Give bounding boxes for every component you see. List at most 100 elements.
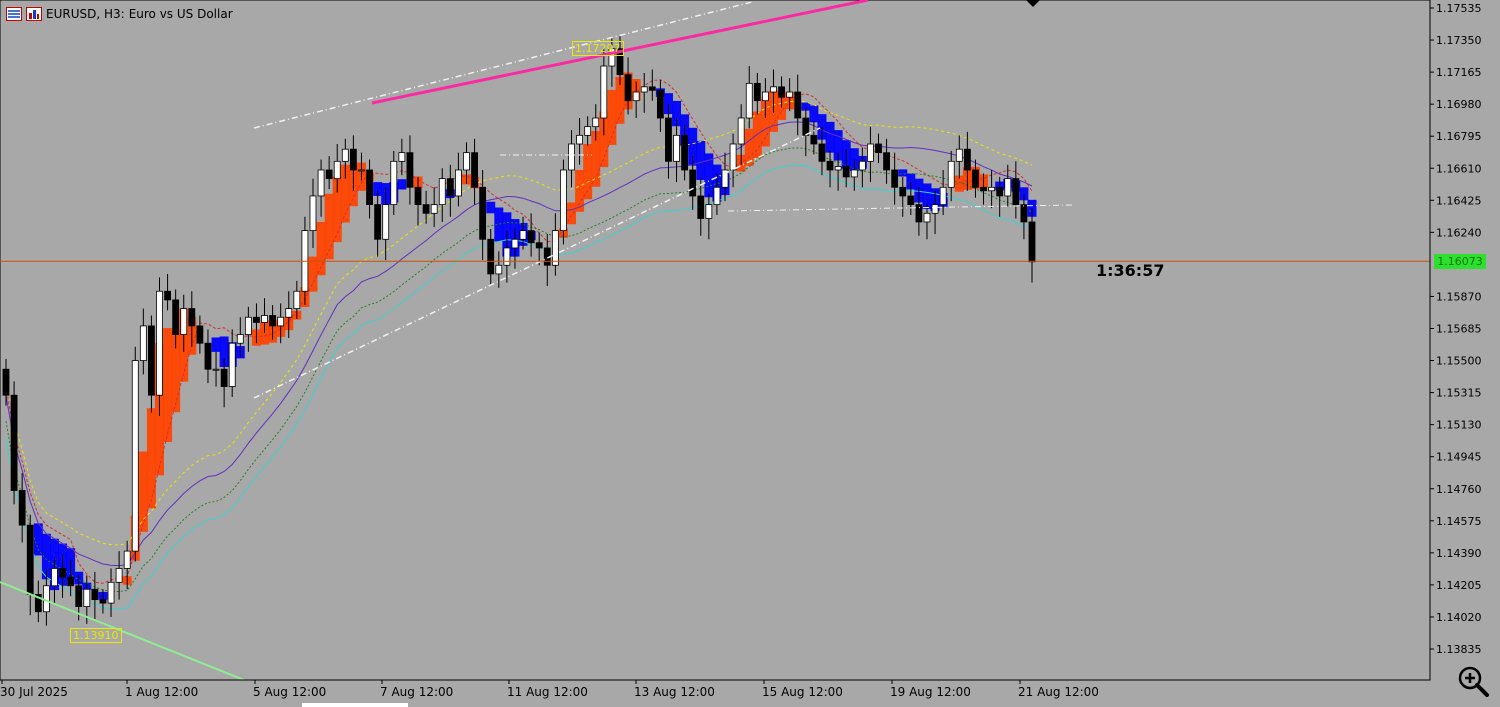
candle-body — [91, 588, 99, 601]
candle-body — [455, 169, 462, 197]
candle-body — [10, 394, 18, 491]
chart-window[interactable]: 1.17535 1.17350 1.17165 1.16980 1.16795 1.166… — [0, 0, 1500, 707]
candle-body — [551, 230, 559, 266]
candle-body — [842, 166, 850, 178]
candle-body — [414, 186, 422, 206]
candle-body — [899, 186, 907, 197]
candle-body — [850, 169, 858, 178]
candle-body — [753, 82, 761, 102]
x-tick-label: 1 Aug 12:00 — [125, 685, 198, 699]
candle-body — [446, 178, 454, 197]
chart-header: EURUSD, H3: Euro vs US Dollar — [6, 4, 233, 24]
candle-body — [673, 134, 680, 162]
price-chart[interactable]: 1.17535 1.17350 1.17165 1.16980 1.16795 1.166… — [0, 0, 1500, 707]
candle-body — [826, 160, 834, 171]
candle-body — [269, 315, 276, 327]
y-tick-label: 1.17350 — [1436, 34, 1482, 47]
low-price-label: 1.13910 — [70, 628, 122, 643]
ichimoku-cloud-segment — [486, 201, 496, 214]
symbol-description: Euro vs US Dollar — [128, 7, 233, 21]
candle-body — [883, 152, 890, 171]
bar-chart-icon[interactable] — [26, 7, 42, 21]
candle-body — [236, 334, 244, 344]
candle-body — [624, 74, 632, 102]
ichimoku-cloud-segment — [809, 105, 819, 123]
candle-body — [438, 178, 446, 206]
y-tick-label: 1.16980 — [1436, 98, 1482, 111]
y-tick-label: 1.15870 — [1436, 290, 1482, 303]
x-tick-label: 13 Aug 12:00 — [634, 685, 715, 699]
x-tick-label: 21 Aug 12:00 — [1018, 685, 1099, 699]
candle-body — [495, 264, 503, 275]
candle-body — [59, 568, 66, 578]
candle-body — [333, 160, 341, 180]
ichimoku-cloud-segment — [825, 121, 835, 153]
candle-body — [778, 86, 785, 98]
candle-body — [349, 148, 357, 171]
candle-body — [745, 82, 753, 119]
candle-body — [762, 91, 769, 102]
candle-body — [891, 169, 899, 188]
ichimoku-cloud-segment — [397, 179, 407, 190]
candle-body — [681, 134, 689, 171]
candle-body — [471, 152, 478, 188]
y-tick-label: 1.15685 — [1436, 323, 1482, 336]
candle-body — [107, 581, 115, 604]
candle-body — [947, 160, 955, 188]
candle-body — [26, 524, 34, 595]
y-tick-label: 1.14205 — [1436, 579, 1482, 592]
candle-body — [75, 585, 83, 607]
candle-body — [463, 152, 470, 171]
candle-body — [261, 315, 268, 323]
candle-body — [374, 204, 382, 240]
candle-body — [923, 212, 931, 223]
candle-body — [689, 169, 697, 197]
candle-body — [422, 204, 430, 214]
zoom-in-icon[interactable] — [1456, 664, 1490, 698]
candle-body — [656, 89, 664, 119]
candle-body — [398, 152, 406, 162]
candle-body — [568, 143, 575, 171]
horizontal-scrollbar[interactable] — [302, 703, 408, 707]
candle-body — [834, 166, 842, 171]
grid-icon[interactable] — [6, 7, 22, 21]
ichimoku-cloud-segment — [696, 140, 706, 180]
candle-body — [560, 169, 567, 232]
candle-body — [713, 186, 721, 206]
candle-body — [220, 368, 228, 387]
candle-countdown: 1:36:57 — [1096, 261, 1165, 280]
y-tick-label: 1.16795 — [1436, 130, 1482, 143]
candle-body — [164, 290, 171, 301]
y-tick-label: 1.16240 — [1436, 226, 1482, 239]
candle-body — [931, 204, 939, 214]
y-tick-label: 1.17535 — [1436, 2, 1482, 15]
ichimoku-cloud-segment — [146, 408, 156, 509]
candle-body — [665, 117, 672, 162]
x-tick-label: 30 Jul 2025 — [0, 685, 68, 699]
candle-body — [648, 86, 656, 91]
candle-body — [867, 143, 874, 162]
candle-body — [640, 86, 648, 93]
candle-body — [325, 169, 333, 180]
y-tick-label: 1.14575 — [1436, 515, 1482, 528]
candle-body — [253, 316, 260, 323]
candle-body — [697, 195, 705, 219]
candle-body — [1020, 204, 1028, 223]
candle-body — [576, 134, 583, 145]
candle-body — [818, 143, 826, 162]
candle-body — [786, 91, 794, 98]
candle-body — [317, 169, 325, 197]
y-tick-label: 1.14760 — [1436, 483, 1482, 496]
candle-body — [729, 143, 737, 171]
x-tick-label: 5 Aug 12:00 — [253, 685, 326, 699]
candle-body — [592, 117, 600, 128]
candle-body — [907, 195, 915, 206]
candle-body — [503, 247, 511, 266]
candle-body — [1028, 221, 1036, 263]
candle-body — [83, 588, 91, 607]
candle-body — [770, 86, 777, 93]
candle-body — [188, 308, 196, 327]
candle-body — [519, 230, 527, 240]
candle-body — [939, 186, 947, 206]
candle-body — [115, 568, 123, 583]
